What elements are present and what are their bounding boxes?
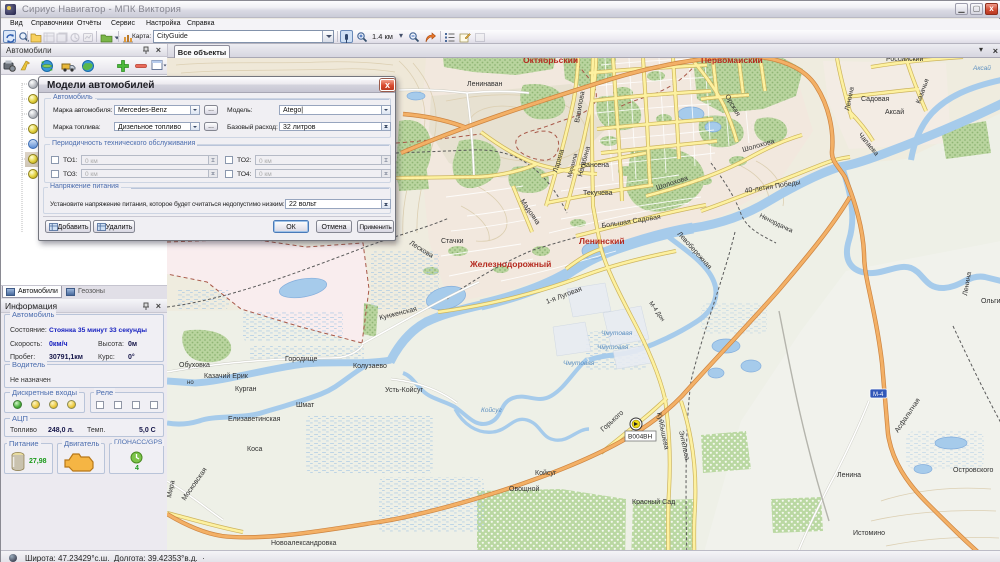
svg-text:Ленинаван: Ленинаван xyxy=(467,81,503,88)
svg-text:Чмутовая: Чмутовая xyxy=(597,344,629,351)
svg-text:Елизаветинская: Елизаветинская xyxy=(228,416,281,423)
svg-text:Новоалександровка: Новоалександровка xyxy=(271,540,337,547)
svg-text:Коса: Коса xyxy=(247,446,262,453)
svg-text:Койсуг: Койсуг xyxy=(535,469,557,477)
svg-text:Российский: Российский xyxy=(886,58,924,63)
svg-text:Обуховка: Обуховка xyxy=(179,361,210,369)
svg-text:Овощной: Овощной xyxy=(509,485,539,493)
svg-text:Железнодорожный: Железнодорожный xyxy=(469,259,551,269)
svg-text:Ленина: Ленина xyxy=(837,472,861,479)
svg-text:Первомайский: Первомайский xyxy=(701,58,763,65)
svg-text:В004ВН: В004ВН xyxy=(628,434,653,441)
svg-text:Октябрьский: Октябрьский xyxy=(523,58,578,65)
svg-text:Чмутовая: Чмутовая xyxy=(601,330,633,337)
svg-text:Стачки: Стачки xyxy=(441,238,464,245)
svg-text:Островского: Островского xyxy=(953,467,994,474)
svg-text:Шмат: Шмат xyxy=(296,402,315,409)
svg-text:Истомино: Истомино xyxy=(853,530,885,537)
svg-text:Красный Сад: Красный Сад xyxy=(632,498,675,506)
svg-text:Садовая: Садовая xyxy=(861,96,890,103)
svg-text:Аксай: Аксай xyxy=(972,64,991,72)
svg-text:М-4: М-4 xyxy=(873,392,884,398)
svg-text:Ольгин: Ольгин xyxy=(981,298,1000,305)
svg-text:Усть-Койсуг: Усть-Койсуг xyxy=(385,386,424,394)
svg-text:Ленинский: Ленинский xyxy=(579,236,625,246)
svg-text:Курган: Курган xyxy=(235,386,257,393)
svg-text:Городище: Городище xyxy=(285,356,318,363)
svg-text:Казачий Ерик: Казачий Ерик xyxy=(204,372,249,380)
svg-text:но: но xyxy=(187,380,194,386)
svg-text:Чмутовая: Чмутовая xyxy=(563,360,595,367)
svg-text:Колузаево: Колузаево xyxy=(353,363,387,370)
svg-text:Аксай: Аксай xyxy=(885,108,904,116)
svg-text:Текучева: Текучева xyxy=(583,190,613,197)
svg-text:Койсуг: Койсуг xyxy=(481,406,502,414)
